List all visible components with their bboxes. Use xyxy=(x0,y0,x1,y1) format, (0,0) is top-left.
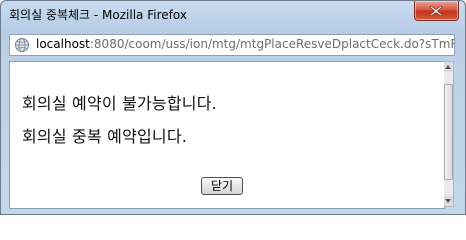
scroll-up-arrow-icon[interactable] xyxy=(444,62,453,72)
globe-icon xyxy=(15,38,29,52)
url-path: :8080/coom/uss/ion/mtg/mtgPlaceResveDpla… xyxy=(89,37,455,51)
page-content: 회의실 예약이 불가능합니다. 회의실 중복 예약입니다. 닫기 xyxy=(9,61,445,209)
error-message-unavailable: 회의실 예약이 불가능합니다. xyxy=(22,94,217,113)
close-icon xyxy=(430,6,442,16)
close-button[interactable]: 닫기 xyxy=(201,177,243,195)
url-text: localhost:8080/coom/uss/ion/mtg/mtgPlace… xyxy=(36,37,455,51)
vertical-scrollbar[interactable] xyxy=(444,61,454,207)
error-message-duplicate: 회의실 중복 예약입니다. xyxy=(22,127,188,146)
window-title: 회의실 중복체크 - Mozilla Firefox xyxy=(9,8,187,22)
browser-popup-window: 회의실 중복체크 - Mozilla Firefox localhost:808… xyxy=(0,0,466,215)
scrollbar-thumb[interactable] xyxy=(444,84,453,180)
title-bar[interactable]: 회의실 중복체크 - Mozilla Firefox xyxy=(1,1,465,27)
scroll-down-arrow-icon[interactable] xyxy=(444,196,453,206)
address-bar[interactable]: localhost:8080/coom/uss/ion/mtg/mtgPlace… xyxy=(9,34,455,56)
url-host: localhost xyxy=(36,37,90,51)
window-close-button[interactable] xyxy=(414,1,459,21)
